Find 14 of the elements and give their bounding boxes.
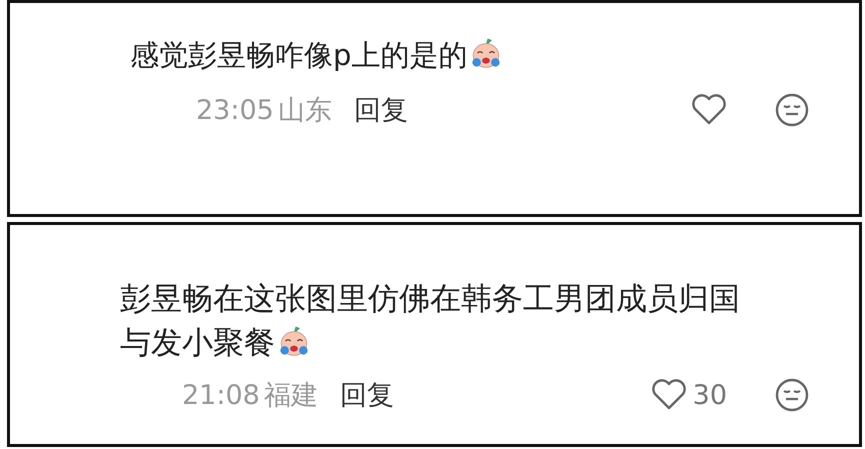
reply-button[interactable]: 回复 xyxy=(340,377,394,413)
like-count: 30 xyxy=(692,380,727,410)
comment-text-line: 感觉彭昱畅咋像p上的是的 xyxy=(130,38,468,72)
comment-text-line: 彭昱畅在这张图里仿佛在韩务工男团成员归国 xyxy=(120,281,740,317)
comment-location: 福建 xyxy=(264,379,318,413)
expressionless-face-icon[interactable] xyxy=(775,93,809,127)
comment-time: 21:08 xyxy=(182,380,260,410)
heart-icon[interactable] xyxy=(691,94,727,126)
reply-button[interactable]: 回复 xyxy=(354,92,408,128)
expressionless-face-icon[interactable] xyxy=(775,378,809,412)
comment-text-line: 与发小聚餐 xyxy=(120,325,275,361)
heart-icon[interactable] xyxy=(650,379,687,411)
comment-location: 山东 xyxy=(278,94,332,128)
comment-time: 23:05 xyxy=(196,94,274,126)
